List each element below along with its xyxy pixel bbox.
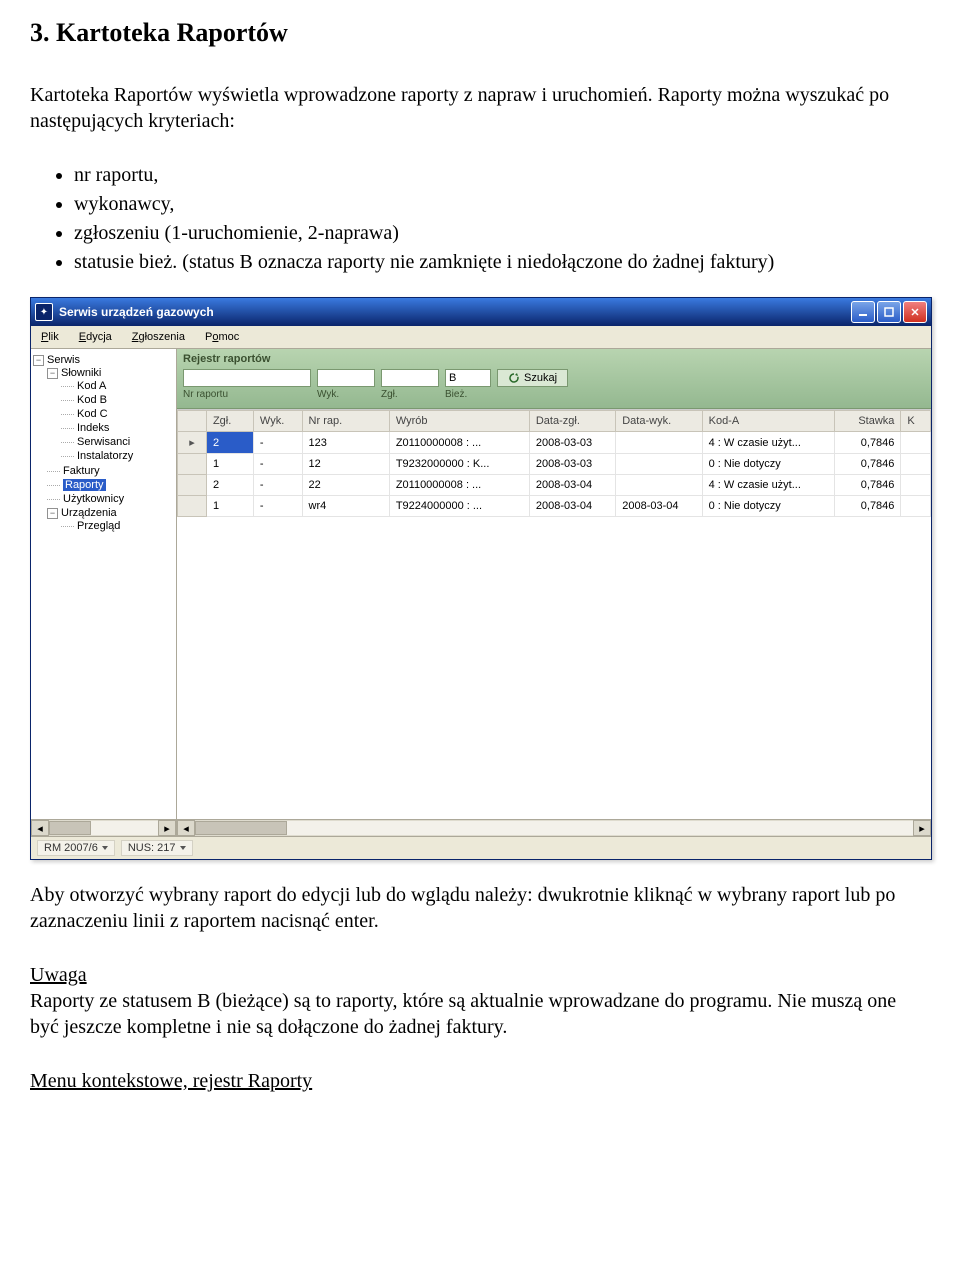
tree-kod-a[interactable]: Kod A [61, 380, 174, 392]
criteria-list: nr raportu, wykonawcy, zgłoszeniu (1-uru… [74, 162, 930, 275]
col-stawka[interactable]: Stawka [835, 411, 901, 432]
scroll-track-right[interactable] [195, 820, 913, 836]
scroll-right-button[interactable]: ▸ [158, 820, 176, 836]
filter-zgl-input[interactable] [381, 369, 439, 387]
scroll-right-button[interactable]: ▸ [913, 820, 931, 836]
filter-labels: Nr raportu Wyk. Zgł. Bież. [183, 389, 925, 400]
table-row[interactable]: 1 - wr4 T9224000000 : ... 2008-03-04 200… [178, 496, 931, 517]
list-item: wykonawcy, [74, 191, 930, 217]
tree-indeks[interactable]: Indeks [61, 422, 174, 434]
dropdown-icon [102, 846, 108, 850]
close-button[interactable] [903, 301, 927, 323]
scroll-left-button[interactable]: ◂ [177, 820, 195, 836]
filter-area: Rejestr raportów Szukaj Nr raportu W [177, 349, 931, 409]
maximize-button[interactable] [877, 301, 901, 323]
tree-kod-c[interactable]: Kod C [61, 408, 174, 420]
menu-kontekstowe-heading: Menu kontekstowe, rejestr Raporty [30, 1068, 930, 1094]
tree-pane: −Serwis −Słowniki Kod A Kod B Kod C Inde… [31, 349, 177, 819]
col-datazgl[interactable]: Data-zgł. [529, 411, 615, 432]
tree-slowniki[interactable]: −Słowniki [47, 367, 174, 379]
list-item: nr raportu, [74, 162, 930, 188]
intro-paragraph: Kartoteka Raportów wyświetla wprowadzone… [30, 82, 930, 134]
horizontal-scroll: ◂ ▸ ◂ ▸ [31, 819, 931, 836]
menu-edycja[interactable]: Edycja [69, 331, 122, 343]
uwaga-label: Uwaga [30, 964, 87, 986]
tree-serwis[interactable]: −Serwis [33, 354, 174, 366]
menu-zgloszenia[interactable]: Zgłoszenia [122, 331, 195, 343]
titlebar[interactable]: ✦ Serwis urządzeń gazowych [31, 298, 931, 326]
col-k[interactable]: K [901, 411, 931, 432]
col-datawyk[interactable]: Data-wyk. [616, 411, 702, 432]
search-button[interactable]: Szukaj [497, 369, 568, 387]
table-row[interactable]: ▸ 2 - 123 Z0110000008 : ... 2008-03-03 4… [178, 432, 931, 454]
minimize-button[interactable] [851, 301, 875, 323]
filter-title: Rejestr raportów [183, 353, 925, 365]
window-title: Serwis urządzeń gazowych [59, 305, 849, 319]
tree-przeglad[interactable]: Przegląd [61, 520, 174, 532]
col-koda[interactable]: Kod-A [702, 411, 834, 432]
data-grid[interactable]: Zgł. Wyk. Nr rap. Wyrób Data-zgł. Data-w… [177, 409, 931, 819]
col-nrrap[interactable]: Nr rap. [302, 411, 389, 432]
dropdown-icon [180, 846, 186, 850]
filter-wyk-input[interactable] [317, 369, 375, 387]
tree-urzadzenia[interactable]: −Urządzenia [47, 507, 174, 519]
statusbar: RM 2007/6 NUS: 217 [31, 836, 931, 859]
tree-raporty[interactable]: Raporty [47, 479, 174, 491]
col-zgl[interactable]: Zgł. [206, 411, 253, 432]
list-item: zgłoszeniu (1-uruchomienie, 2-naprawa) [74, 220, 930, 246]
col-wyrob[interactable]: Wyrób [389, 411, 529, 432]
status-rm[interactable]: RM 2007/6 [37, 840, 115, 856]
uwaga-block: Uwaga Raporty ze statusem B (bieżące) są… [30, 962, 930, 1040]
filter-nrraportu-input[interactable] [183, 369, 311, 387]
refresh-icon [508, 372, 520, 384]
menubar: Plik Edycja Zgłoszenia Pomoc [31, 326, 931, 349]
tree-kod-b[interactable]: Kod B [61, 394, 174, 406]
app-icon: ✦ [35, 303, 53, 321]
grid-pane: Rejestr raportów Szukaj Nr raportu W [177, 349, 931, 819]
tree-faktury[interactable]: Faktury [47, 465, 174, 477]
search-button-label: Szukaj [524, 372, 557, 384]
para-open-raport: Aby otworzyć wybrany raport do edycji lu… [30, 882, 930, 934]
menu-pomoc[interactable]: Pomoc [195, 331, 249, 343]
status-nus[interactable]: NUS: 217 [121, 840, 193, 856]
list-item: statusie bież. (status B oznacza raporty… [74, 249, 930, 275]
tree-instalatorzy[interactable]: Instalatorzy [61, 450, 174, 462]
tree-serwisanci[interactable]: Serwisanci [61, 436, 174, 448]
menu-plik[interactable]: Plik [31, 331, 69, 343]
scroll-thumb[interactable] [195, 821, 287, 835]
scroll-thumb[interactable] [49, 821, 91, 835]
tree-uzytkownicy[interactable]: Użytkownicy [47, 493, 174, 505]
section-heading: 3. Kartoteka Raportów [30, 18, 930, 48]
uwaga-text: Raporty ze statusem B (bieżące) są to ra… [30, 990, 896, 1038]
filter-biez-input[interactable] [445, 369, 491, 387]
col-rowheader[interactable] [178, 411, 207, 432]
app-window: ✦ Serwis urządzeń gazowych Plik Edycja Z… [30, 297, 932, 860]
scroll-left-button[interactable]: ◂ [31, 820, 49, 836]
table-row[interactable]: 1 - 12 T9232000000 : K... 2008-03-03 0 :… [178, 454, 931, 475]
col-wyk[interactable]: Wyk. [253, 411, 302, 432]
scroll-track-left[interactable] [49, 820, 158, 836]
table-row[interactable]: 2 - 22 Z0110000008 : ... 2008-03-04 4 : … [178, 475, 931, 496]
